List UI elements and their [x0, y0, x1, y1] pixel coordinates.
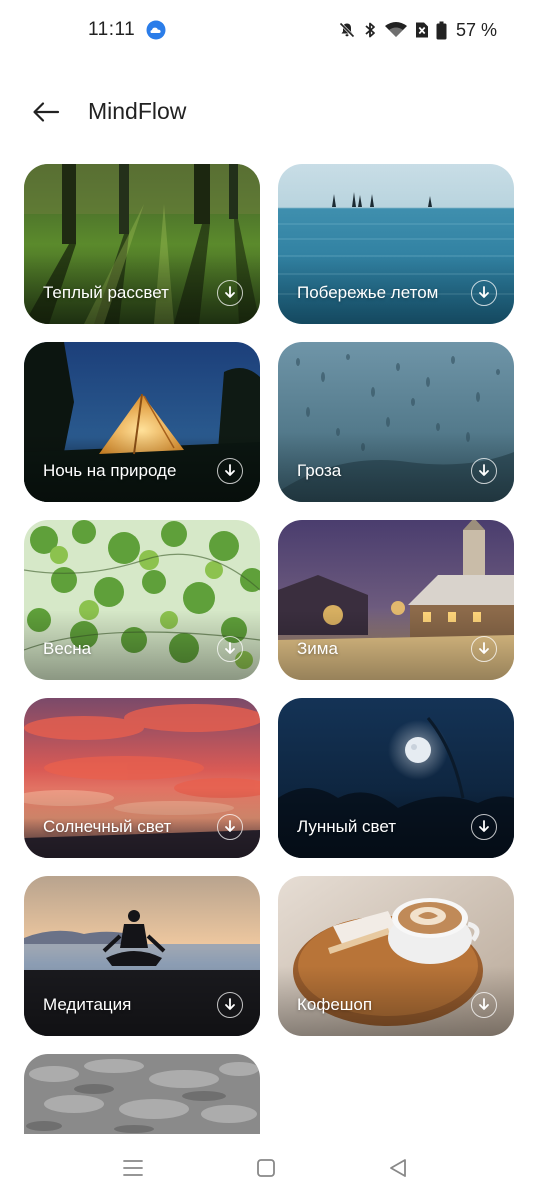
- recent-apps-button[interactable]: [118, 1154, 148, 1182]
- download-button[interactable]: [217, 636, 243, 662]
- download-button[interactable]: [217, 458, 243, 484]
- sound-card-warm-dawn[interactable]: Теплый рассвет: [24, 164, 260, 324]
- card-label: Гроза: [297, 461, 342, 480]
- sound-card-texture[interactable]: [24, 1054, 260, 1134]
- download-button[interactable]: [471, 814, 497, 840]
- system-back-button[interactable]: [383, 1154, 413, 1182]
- download-button[interactable]: [471, 636, 497, 662]
- mute-bell-icon: [339, 22, 355, 38]
- download-button[interactable]: [217, 992, 243, 1018]
- weather-cloud-icon: [146, 20, 166, 40]
- card-label: Солнечный свет: [43, 817, 172, 836]
- home-button[interactable]: [251, 1154, 281, 1182]
- home-icon: [257, 1159, 275, 1177]
- sim-blocked-icon: [415, 22, 428, 38]
- download-button[interactable]: [471, 992, 497, 1018]
- card-label: Лунный свет: [297, 817, 397, 836]
- card-label: Побережье летом: [297, 283, 439, 302]
- sound-card-meditation[interactable]: Медитация: [24, 876, 260, 1036]
- sound-card-coffee-shop[interactable]: Кофешоп: [278, 876, 514, 1036]
- download-icon: [479, 642, 489, 654]
- download-icon: [225, 464, 235, 476]
- download-button[interactable]: [217, 280, 243, 306]
- app-header: MindFlow: [0, 82, 537, 142]
- bluetooth-icon: [365, 22, 375, 38]
- battery-icon: [436, 21, 447, 39]
- download-icon: [479, 286, 489, 298]
- back-triangle-icon: [390, 1159, 406, 1177]
- status-time: 11:11: [88, 19, 136, 40]
- download-icon: [225, 820, 235, 832]
- battery-percent: 57 %: [455, 19, 497, 40]
- download-icon: [479, 464, 489, 476]
- sound-card-storm[interactable]: Гроза: [278, 342, 514, 502]
- sound-card-summer-coast[interactable]: Побережье летом: [278, 164, 514, 324]
- download-button[interactable]: [217, 814, 243, 840]
- download-button[interactable]: [471, 280, 497, 306]
- download-icon: [479, 998, 489, 1010]
- page-title: MindFlow: [88, 98, 187, 124]
- gray-texture-image: [24, 1054, 260, 1134]
- card-label: Кофешоп: [297, 995, 373, 1014]
- arrow-left-icon: [33, 102, 60, 122]
- download-button[interactable]: [471, 458, 497, 484]
- wifi-icon: [384, 22, 407, 37]
- card-label: Ночь на природе: [43, 461, 177, 480]
- card-label: Весна: [43, 639, 92, 658]
- download-icon: [479, 820, 489, 832]
- sound-card-night-nature[interactable]: Ночь на природе: [24, 342, 260, 502]
- sound-card-winter[interactable]: Зима: [278, 520, 514, 680]
- system-nav-bar: [0, 1134, 537, 1200]
- sound-card-moonlight[interactable]: Лунный свет: [278, 698, 514, 858]
- sound-card-spring[interactable]: Весна: [24, 520, 260, 680]
- download-icon: [225, 286, 235, 298]
- back-button[interactable]: [28, 94, 64, 130]
- download-icon: [225, 642, 235, 654]
- menu-icon: [123, 1160, 143, 1176]
- status-icons: 57 %: [338, 18, 497, 42]
- download-icon: [225, 998, 235, 1010]
- card-label: Зима: [297, 639, 338, 658]
- status-bar: 11:11 57 %: [0, 0, 537, 60]
- card-label: Теплый рассвет: [43, 283, 169, 302]
- sound-card-sunlight[interactable]: Солнечный свет: [24, 698, 260, 858]
- card-label: Медитация: [43, 995, 132, 1014]
